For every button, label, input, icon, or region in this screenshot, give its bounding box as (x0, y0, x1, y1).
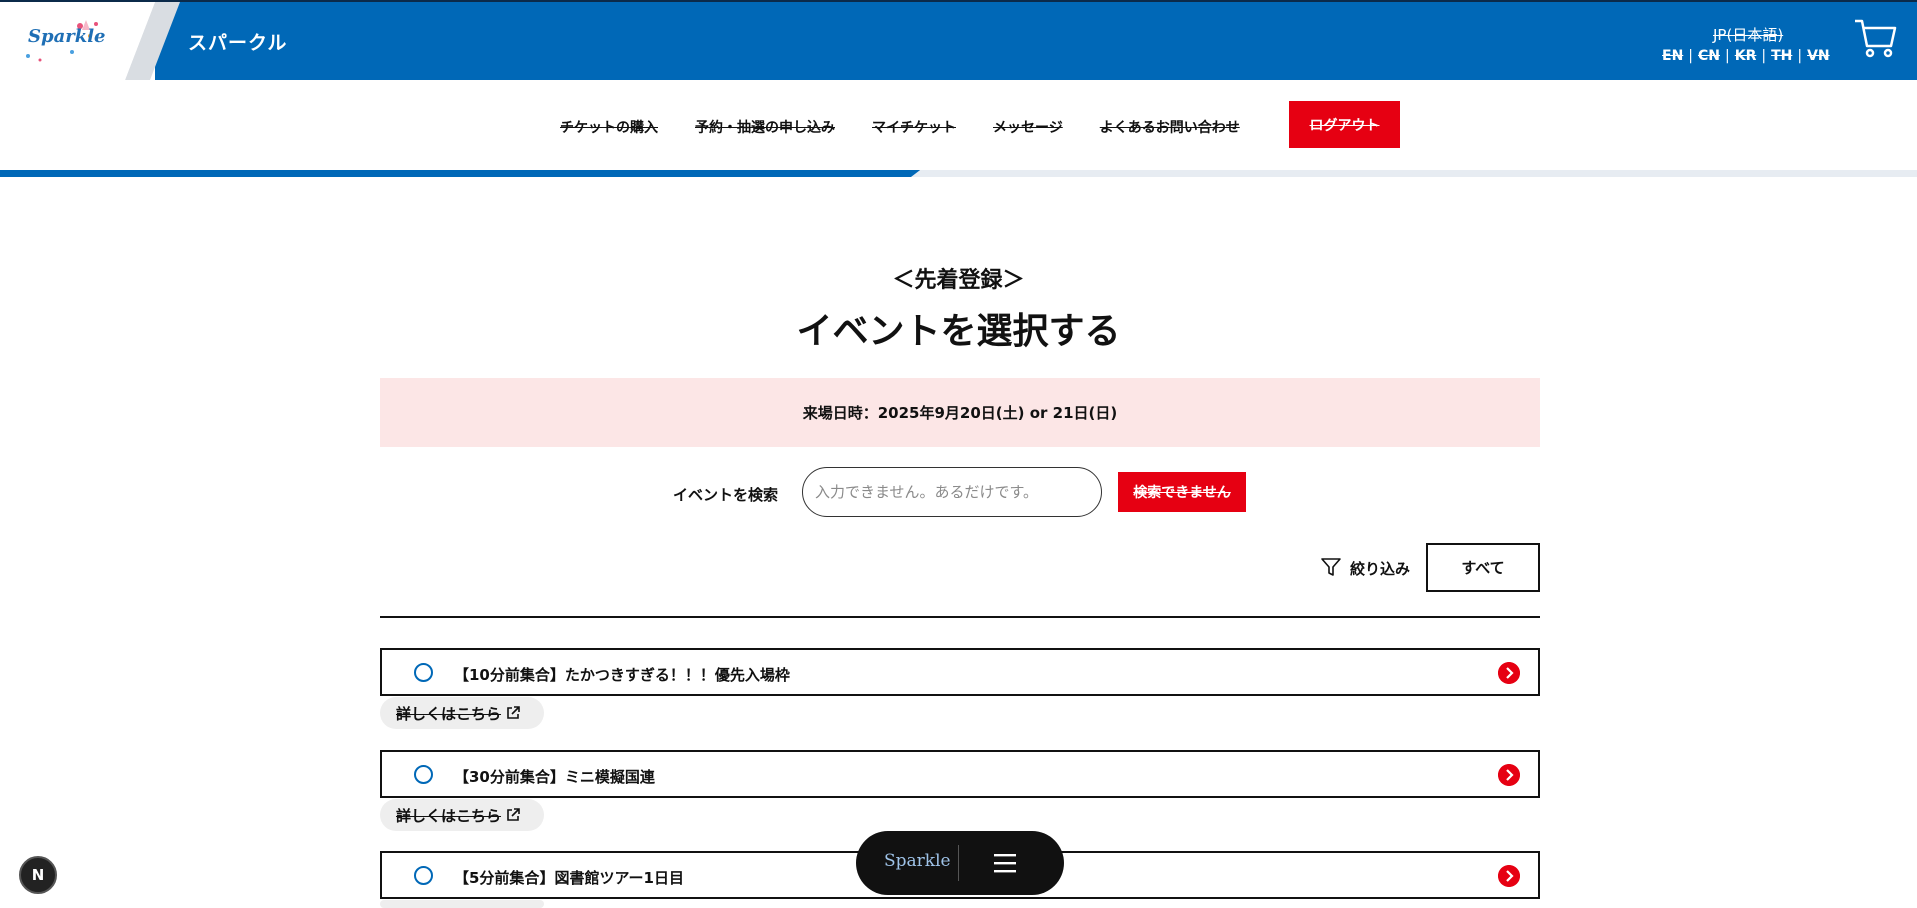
event-radio[interactable] (414, 663, 433, 682)
lang-separator: | (1761, 48, 1767, 64)
hamburger-menu-icon[interactable] (994, 852, 1016, 874)
event-detail-label: 詳しくはこちら (396, 704, 502, 723)
chevron-right-icon[interactable] (1498, 662, 1520, 684)
nav-item-faq[interactable]: よくあるお問い合わせ (1100, 117, 1240, 137)
nav-items: チケットの購入 予約・抽選の申し込み マイチケット メッセージ よくあるお問い合… (560, 117, 1240, 137)
event-radio[interactable] (414, 866, 433, 885)
page-title: イベントを選択する (796, 311, 1121, 352)
filter-select[interactable]: すべて (1426, 543, 1540, 592)
floating-separator (958, 845, 959, 881)
filter-label: 絞り込み (1350, 560, 1411, 578)
event-name: 【30分前集合】ミニ模擬国連 (454, 768, 655, 786)
logout-button[interactable]: ログアウト (1289, 101, 1400, 148)
step-progress-bar (0, 170, 1917, 177)
external-link-icon (507, 808, 520, 821)
event-detail-link[interactable] (380, 900, 544, 908)
lang-kr[interactable]: KR (1735, 48, 1757, 64)
lang-vn[interactable]: VN (1807, 48, 1830, 64)
floating-brand[interactable]: Sparkle (884, 851, 951, 871)
nav-item-messages[interactable]: メッセージ (993, 117, 1063, 137)
main-nav: チケットの購入 予約・抽選の申し込み マイチケット メッセージ よくあるお問い合… (0, 80, 1917, 170)
event-row[interactable]: 【10分前集合】たかつきすぎる！！！優先入場枠 (380, 648, 1540, 696)
step-progress-fill (0, 170, 921, 177)
lang-separator: | (1797, 48, 1803, 64)
event-detail-link[interactable]: 詳しくはこちら (380, 799, 544, 831)
language-switcher: EN | CN | KR | TH | VN (1662, 48, 1830, 64)
event-name: 【5分前集合】図書館ツアー1日目 (454, 869, 684, 887)
chevron-right-icon[interactable] (1498, 865, 1520, 887)
site-title[interactable]: スパークル (188, 28, 287, 55)
language-current[interactable]: JP(日本語) (1713, 24, 1783, 45)
event-row[interactable]: 【30分前集合】ミニ模擬国連 (380, 750, 1540, 798)
lang-th[interactable]: TH (1771, 48, 1792, 64)
search-label: イベントを検索 (673, 486, 779, 504)
header-slant-shape (120, 2, 180, 80)
filter-icon (1321, 558, 1341, 576)
floating-menu-bar: Sparkle (856, 831, 1064, 895)
lang-separator: | (1725, 48, 1730, 64)
lang-en[interactable]: EN (1662, 48, 1683, 64)
nav-item-reservation[interactable]: 予約・抽選の申し込み (695, 117, 835, 137)
chevron-right-icon[interactable] (1498, 764, 1520, 786)
event-name: 【10分前集合】たかつきすぎる！！！優先入場枠 (454, 666, 790, 684)
lang-cn[interactable]: CN (1698, 48, 1720, 64)
date-banner: 来場日時：2025年9月20日(土) or 21日(日) (380, 378, 1540, 447)
event-detail-link[interactable]: 詳しくはこちら (380, 697, 544, 729)
section-divider (380, 616, 1540, 618)
logo-text: Sparkle (28, 26, 106, 47)
site-header: Sparkle スパークル JP(日本語) EN | CN | KR | TH | VN (0, 0, 1917, 80)
nav-item-buy-tickets[interactable]: チケットの購入 (560, 117, 658, 137)
lang-separator: | (1688, 48, 1693, 64)
dev-tools-badge[interactable]: N (19, 856, 57, 894)
external-link-icon (507, 706, 520, 719)
search-input[interactable] (802, 467, 1102, 517)
nav-item-my-tickets[interactable]: マイチケット (872, 117, 956, 137)
cart-icon[interactable] (1853, 16, 1897, 60)
search-button[interactable]: 検索できません (1118, 472, 1246, 512)
event-radio[interactable] (414, 765, 433, 784)
event-detail-label: 詳しくはこちら (396, 806, 502, 825)
page-subheading: ＜先着登録＞ (892, 268, 1025, 293)
